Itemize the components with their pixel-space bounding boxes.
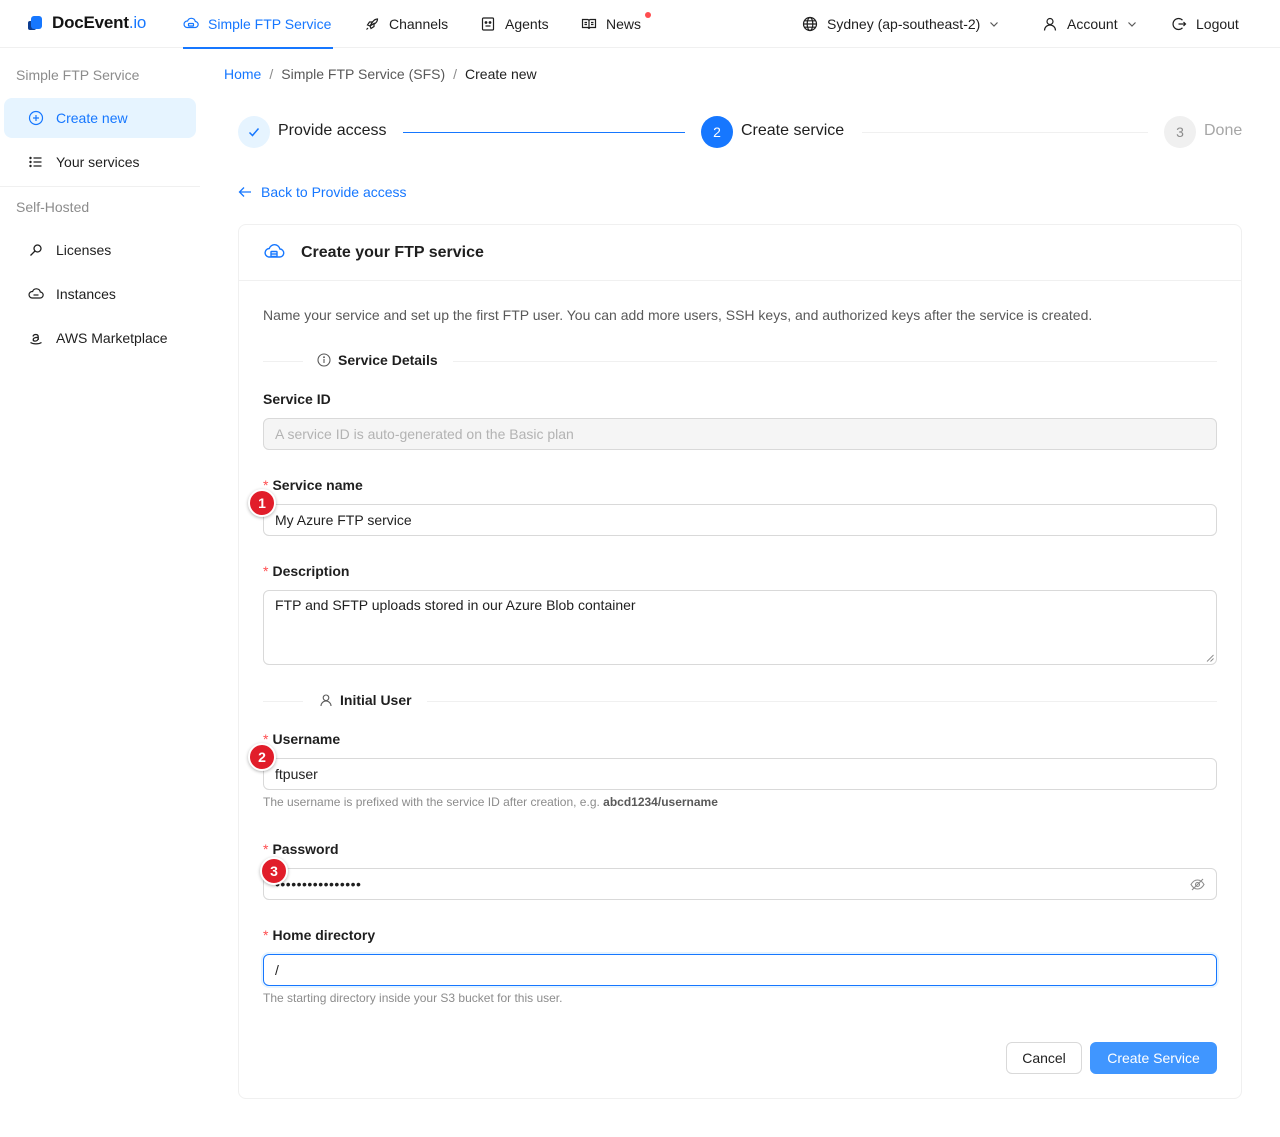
step-2-number: 2 [701,116,733,148]
nav-label: Simple FTP Service [208,16,332,32]
amazon-icon [30,333,42,345]
section-divider-service-details: Service Details [263,350,1217,372]
logout-button[interactable]: Logout [1171,0,1239,48]
create-service-button[interactable]: Create Service [1090,1042,1217,1074]
eye-invisible-icon[interactable] [1190,878,1205,891]
chevron-down-icon [1127,22,1136,27]
nav-news[interactable]: News [581,0,652,48]
brand-name: DocEvent.io [52,13,147,32]
password-input[interactable]: •••••••••••••••• [263,868,1217,900]
sidebar-item-label: Instances [56,286,116,302]
sidebar-item-label: Your services [56,154,140,170]
step-1-check-icon [238,116,270,148]
sidebar-item-your-services[interactable]: Your services [4,142,196,182]
step-2-title: Create service [741,122,845,139]
breadcrumb-home[interactable]: Home [224,66,261,82]
section-title: Service Details [338,352,438,368]
nav-simple-ftp-service[interactable]: Simple FTP Service [183,0,333,49]
cancel-button[interactable]: Cancel [1006,1042,1082,1074]
breadcrumb-separator: / [269,66,274,82]
nav-label: News [606,16,642,32]
step-connector-done [403,132,685,133]
region-label: Sydney (ap-southeast-2) [827,16,981,32]
username-help-text: The username is prefixed with the servic… [263,795,718,809]
back-to-provide-access-link[interactable]: Back to Provide access [238,184,407,200]
sidebar-divider [0,186,200,187]
arrow-left-icon [238,187,251,197]
user-icon [1043,17,1057,31]
read-icon [581,18,597,30]
nav-channels[interactable]: Channels [364,0,448,48]
breadcrumb-service[interactable]: Simple FTP Service (SFS) [281,66,445,82]
top-navigation: DocEvent.io Simple FTP Service Channels … [0,0,1280,49]
notification-dot [645,12,652,18]
step-3-title: Done [1204,122,1243,139]
annotation-badge: 3 [260,857,288,885]
card-intro-text: Name your service and set up the first F… [263,307,1093,323]
cloud-icon [28,288,44,299]
nav-label: Channels [389,16,449,32]
annotation-badge: 2 [248,743,276,771]
description-label: * Description [263,563,350,579]
rocket-icon [366,18,379,30]
annotation-badge: 1 [248,489,276,517]
description-textarea[interactable]: FTP and SFTP uploads stored in our Azure… [263,590,1217,665]
home-directory-label: * Home directory [263,927,376,943]
service-id-label: Service ID [263,391,331,407]
nav-label: Agents [505,16,549,32]
sidebar-item-aws-marketplace[interactable]: AWS Marketplace [4,318,196,358]
cloud-server-icon [264,244,285,258]
step-1-title: Provide access [278,122,387,139]
resize-grip-icon[interactable] [1206,654,1214,662]
home-directory-input[interactable]: / [263,954,1217,986]
globe-icon [802,16,818,32]
sidebar-group-title: Simple FTP Service [16,67,140,83]
card-header: Create your FTP service [239,225,1241,281]
account-menu[interactable]: Account [1042,0,1137,48]
section-title: Initial User [340,692,412,708]
password-label: * Password [263,841,339,857]
sidebar-item-label: Create new [56,110,128,126]
sidebar-item-licenses[interactable]: Licenses [4,230,196,270]
service-name-label: * Service name [263,477,363,493]
step-connector-pending [862,132,1148,133]
info-circle-icon [317,353,331,367]
service-id-input: A service ID is auto-generated on the Ba… [263,418,1217,450]
username-input[interactable]: ftpuser [263,758,1217,790]
chevron-down-icon [990,22,999,27]
password-masked-value: •••••••••••••••• [275,876,362,892]
step-3-number: 3 [1164,116,1196,148]
service-name-input[interactable]: My Azure FTP service [263,504,1217,536]
home-directory-help-text: The starting directory inside your S3 bu… [263,991,563,1005]
plus-circle-icon [28,110,44,126]
region-selector[interactable]: Sydney (ap-southeast-2) [802,0,999,48]
robot-icon [481,17,495,31]
logo-icon [28,14,44,32]
section-divider-initial-user: Initial User [263,690,1217,712]
sidebar: Simple FTP Service Create new Your servi… [0,48,200,1137]
key-icon [30,244,42,256]
sidebar-item-create-new[interactable]: Create new [4,98,196,138]
user-icon [320,694,332,707]
back-link-label: Back to Provide access [261,184,407,200]
sidebar-group-title: Self-Hosted [16,199,90,215]
logout-label: Logout [1196,16,1239,32]
breadcrumb-separator: / [453,66,458,82]
sidebar-item-label: AWS Marketplace [56,330,168,346]
breadcrumb-current: Create new [465,66,537,82]
sidebar-item-instances[interactable]: Instances [4,274,196,314]
nav-agents[interactable]: Agents [480,0,549,48]
logout-icon [1172,17,1187,31]
username-label: * Username [263,731,341,747]
brand-logo[interactable]: DocEvent.io [28,13,146,33]
account-label: Account [1067,16,1118,32]
description-value: FTP and SFTP uploads stored in our Azure… [275,597,636,613]
cloud-server-icon [183,17,199,29]
sidebar-item-label: Licenses [56,242,112,258]
card-title: Create your FTP service [301,244,484,261]
list-icon [29,156,42,168]
breadcrumb: Home / Simple FTP Service (SFS) / Create… [224,66,537,82]
